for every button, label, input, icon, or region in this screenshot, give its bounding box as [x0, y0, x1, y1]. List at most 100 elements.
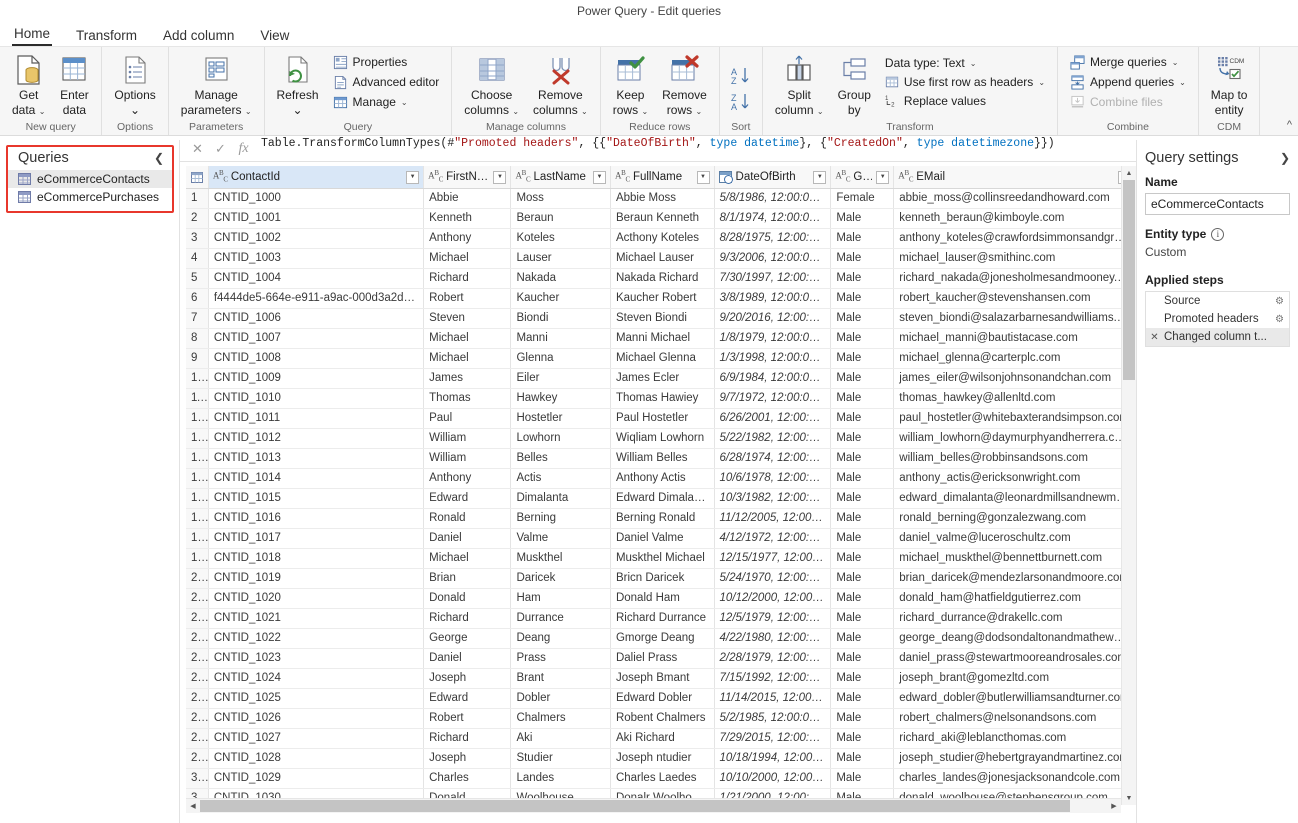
cell-firstname[interactable]: Robert — [423, 708, 512, 729]
scroll-right-icon[interactable]: ▶ — [1107, 799, 1121, 813]
cell-dateofbirth[interactable]: 9/20/2016, 12:00:00 AM — [714, 308, 832, 329]
table-row[interactable]: 30 CNTID_1029 Charles Landes Charles Laedes 1… — [186, 768, 1136, 789]
cell-contactid[interactable]: CNTID_1015 — [208, 488, 425, 509]
cell-email[interactable]: richard_aki@leblancthomas.com — [893, 728, 1136, 749]
cell-contactid[interactable]: CNTID_1013 — [208, 448, 425, 469]
cell-fullname[interactable]: Bricn Daricek — [610, 568, 715, 589]
cell-email[interactable]: steven_biondi@salazarbarnesandwilliams.c… — [893, 308, 1136, 329]
cell-dateofbirth[interactable]: 6/28/1974, 12:00:00 AM — [714, 448, 832, 469]
column-header-contactid[interactable]: ABC ContactId ▼ — [208, 166, 425, 189]
table-row[interactable]: 1 CNTID_1000 Abbie Moss Abbie Moss 5/8/1986, … — [186, 188, 1136, 209]
cell-contactid[interactable]: CNTID_1025 — [208, 688, 425, 709]
cell-firstname[interactable]: Richard — [423, 728, 512, 749]
advanced-editor-button[interactable]: Advanced editor — [329, 74, 444, 91]
query-item-ecommercepurchases[interactable]: eCommercePurchases — [8, 188, 172, 206]
cell-email[interactable]: richard_nakada@jonesholmesandmooney.com — [893, 268, 1136, 289]
table-row[interactable]: 23 CNTID_1022 George Deang Gmorge Deang 4/22/… — [186, 628, 1136, 649]
cell-contactid[interactable]: CNTID_1029 — [208, 768, 425, 789]
cell-email[interactable]: paul_hostetler@whitebaxterandsimpson.com — [893, 408, 1136, 429]
cell-dateofbirth[interactable]: 5/24/1970, 12:00:00 AM — [714, 568, 832, 589]
table-row[interactable]: 18 CNTID_1017 Daniel Valme Daniel Valme 4/12/… — [186, 528, 1136, 549]
cell-contactid[interactable]: CNTID_1018 — [208, 548, 425, 569]
cell-gender[interactable]: Male — [830, 428, 895, 449]
cell-email[interactable]: edward_dobler@butlerwilliamsandturner.co… — [893, 688, 1136, 709]
collapse-ribbon-button[interactable]: ^ — [1287, 119, 1292, 131]
cell-email[interactable]: robert_kaucher@stevenshansen.com — [893, 288, 1136, 309]
cell-gender[interactable]: Male — [830, 748, 895, 769]
cell-dateofbirth[interactable]: 11/14/2015, 12:00:00 ... — [714, 688, 832, 709]
cell-email[interactable]: joseph_studier@hebertgrayandmartinez.com — [893, 748, 1136, 769]
cell-lastname[interactable]: Durrance — [510, 608, 611, 629]
cell-email[interactable]: brian_daricek@mendezlarsonandmoore.com — [893, 568, 1136, 589]
data-type-button[interactable]: Data type: Text ⌄ — [881, 55, 1049, 71]
cell-lastname[interactable]: Landes — [510, 768, 611, 789]
cell-firstname[interactable]: Edward — [423, 688, 512, 709]
chevron-down-icon[interactable]: ⌄ — [512, 107, 519, 116]
cell-email[interactable]: anthony_koteles@crawfordsimmonsandgreene… — [893, 228, 1136, 249]
cell-email[interactable]: robert_chalmers@nelsonandsons.com — [893, 708, 1136, 729]
chevron-down-icon[interactable]: ⌄ — [581, 107, 588, 116]
cell-fullname[interactable]: Wiqliam Lowhorn — [610, 428, 715, 449]
table-row[interactable]: 25 CNTID_1024 Joseph Brant Joseph Bmant 7/15/… — [186, 668, 1136, 689]
cell-dateofbirth[interactable]: 8/28/1975, 12:00:00 AM — [714, 228, 832, 249]
cell-fullname[interactable]: Gmorge Deang — [610, 628, 715, 649]
cell-email[interactable]: thomas_hawkey@allenltd.com — [893, 388, 1136, 409]
column-header-fullname[interactable]: ABC FullName ▼ — [610, 166, 715, 189]
cell-fullname[interactable]: William Belles — [610, 448, 715, 469]
cell-contactid[interactable]: CNTID_1010 — [208, 388, 425, 409]
cell-lastname[interactable]: Prass — [510, 648, 611, 669]
cell-dateofbirth[interactable]: 4/22/1980, 12:00:00 AM — [714, 628, 832, 649]
cell-lastname[interactable]: Glenna — [510, 348, 611, 369]
cell-fullname[interactable]: Edward Dobler — [610, 688, 715, 709]
cell-gender[interactable]: Male — [830, 768, 895, 789]
cell-firstname[interactable]: Abbie — [423, 188, 512, 209]
cell-firstname[interactable]: Kenneth — [423, 208, 512, 229]
cell-dateofbirth[interactable]: 7/30/1997, 12:00:00 AM — [714, 268, 832, 289]
cell-fullname[interactable]: Acthony Koteles — [610, 228, 715, 249]
chevron-down-icon[interactable]: ⌄ — [39, 107, 46, 116]
cell-fullname[interactable]: Manni Michael — [610, 328, 715, 349]
cell-contactid[interactable]: CNTID_1004 — [208, 268, 425, 289]
table-row[interactable]: 21 CNTID_1020 Donald Ham Donald Ham 10/12/200… — [186, 588, 1136, 609]
cell-email[interactable]: abbie_moss@collinsreedandhoward.com — [893, 188, 1136, 209]
options-button[interactable]: Options ⌄ — [108, 51, 161, 119]
cell-firstname[interactable]: Richard — [423, 268, 512, 289]
cell-lastname[interactable]: Deang — [510, 628, 611, 649]
cell-lastname[interactable]: Brant — [510, 668, 611, 689]
cell-fullname[interactable]: Kaucher Robert — [610, 288, 715, 309]
column-header-firstname[interactable]: ABC FirstName ▼ — [423, 166, 512, 189]
scroll-up-icon[interactable]: ▲ — [1122, 166, 1136, 180]
cell-gender[interactable]: Male — [830, 548, 895, 569]
cell-dateofbirth[interactable]: 6/9/1984, 12:00:00 AM — [714, 368, 832, 389]
scroll-down-icon[interactable]: ▼ — [1122, 791, 1136, 805]
cell-email[interactable]: daniel_prass@stewartmooreandrosales.com — [893, 648, 1136, 669]
cell-dateofbirth[interactable]: 5/2/1985, 12:00:00 AM — [714, 708, 832, 729]
table-row[interactable]: 3 CNTID_1002 Anthony Koteles Acthony Koteles… — [186, 228, 1136, 249]
table-row[interactable]: 19 CNTID_1018 Michael Muskthel Muskthel Mich… — [186, 548, 1136, 569]
get-data-button[interactable]: Get data ⌄ — [6, 51, 51, 120]
gear-icon[interactable]: ⚙ — [1275, 314, 1284, 325]
table-row[interactable]: 13 CNTID_1012 William Lowhorn Wiqliam Lowhor… — [186, 428, 1136, 449]
table-row[interactable]: 16 CNTID_1015 Edward Dimalanta Edward Dimala… — [186, 488, 1136, 509]
merge-queries-button[interactable]: Merge queries ⌄ — [1066, 54, 1190, 71]
cell-firstname[interactable]: George — [423, 628, 512, 649]
cell-lastname[interactable]: Biondi — [510, 308, 611, 329]
manage-button[interactable]: Manage ⌄ — [329, 94, 444, 111]
keep-rows-button[interactable]: Keep rows ⌄ — [607, 51, 654, 120]
cell-dateofbirth[interactable]: 8/1/1974, 12:00:00 AM — [714, 208, 832, 229]
cell-firstname[interactable]: Donald — [423, 588, 512, 609]
cell-lastname[interactable]: Lauser — [510, 248, 611, 269]
cell-gender[interactable]: Male — [830, 228, 895, 249]
table-row[interactable]: 28 CNTID_1027 Richard Aki Aki Richard 7/29/20… — [186, 728, 1136, 749]
cell-firstname[interactable]: Joseph — [423, 748, 512, 769]
manage-parameters-button[interactable]: Manage parameters ⌄ — [175, 51, 258, 120]
cell-contactid[interactable]: CNTID_1026 — [208, 708, 425, 729]
cell-lastname[interactable]: Berning — [510, 508, 611, 529]
cell-contactid[interactable]: CNTID_1024 — [208, 668, 425, 689]
chevron-down-icon[interactable]: ⌄ — [1172, 58, 1179, 67]
remove-rows-button[interactable]: Remove rows ⌄ — [656, 51, 713, 120]
table-row[interactable]: 9 CNTID_1008 Michael Glenna Michael Glenna 1/… — [186, 348, 1136, 369]
chevron-down-icon[interactable]: ⌄ — [695, 107, 702, 116]
cell-dateofbirth[interactable]: 6/26/2001, 12:00:00 AM — [714, 408, 832, 429]
cell-fullname[interactable]: Muskthel Michael — [610, 548, 715, 569]
